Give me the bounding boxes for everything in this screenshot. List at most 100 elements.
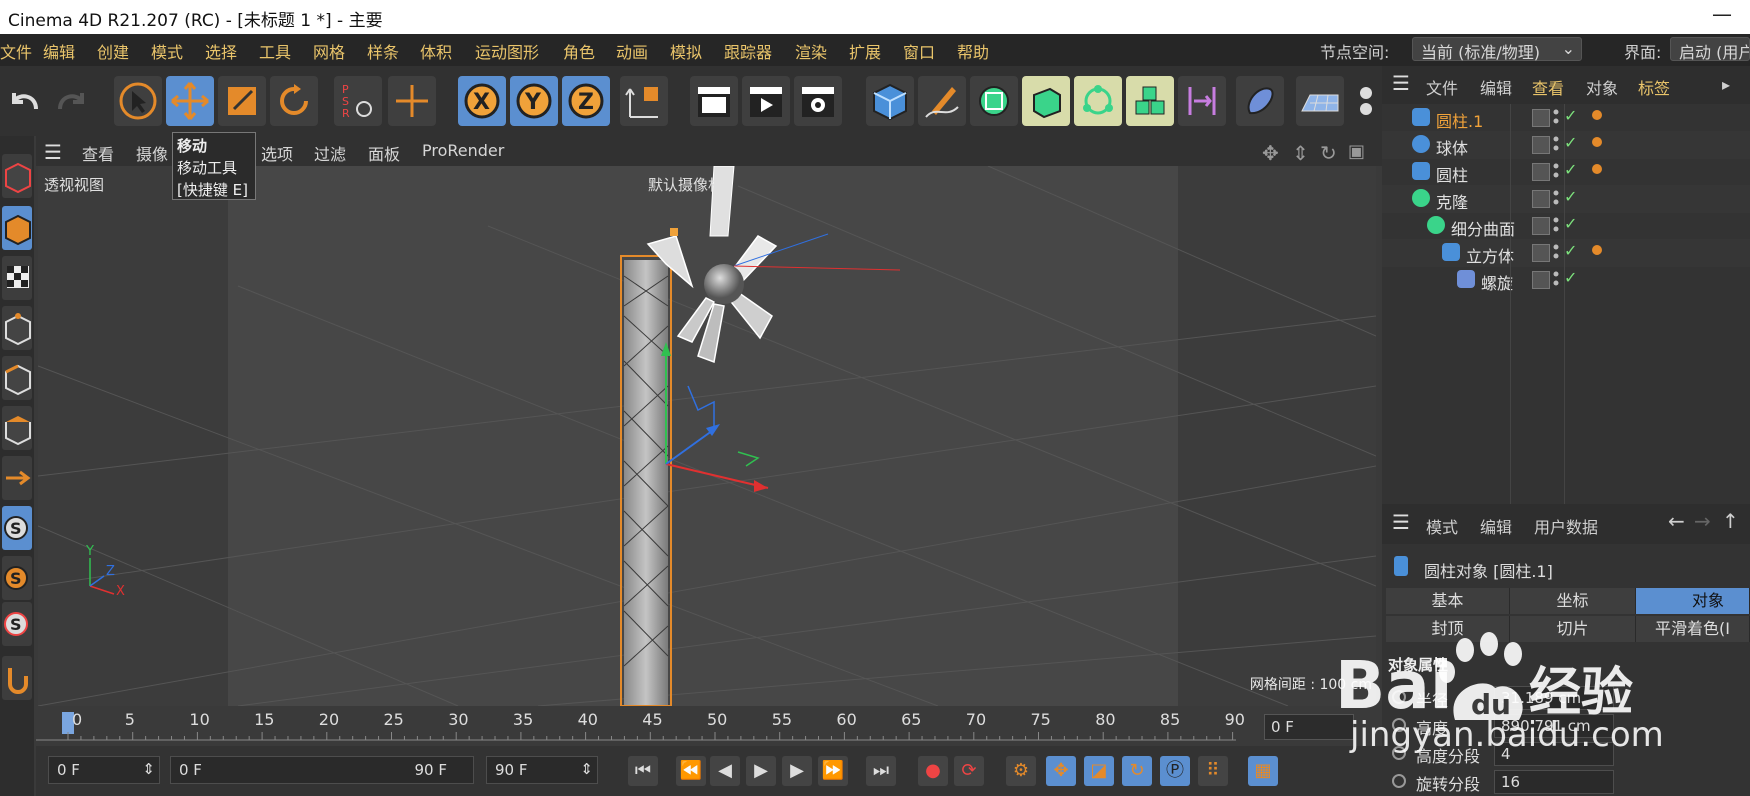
menu-render[interactable]: 渲染: [795, 39, 827, 63]
next-key-button[interactable]: ⏩: [818, 756, 848, 786]
menu-character[interactable]: 角色: [563, 39, 595, 63]
extrude-generator-button[interactable]: [1022, 76, 1070, 126]
menu-tracker[interactable]: 跟踪器: [724, 39, 772, 63]
visibility-dots-icon[interactable]: [1552, 162, 1560, 180]
menu-mode[interactable]: 模式: [151, 39, 183, 63]
workplane-button[interactable]: S: [2, 556, 32, 600]
menu-edit[interactable]: 编辑: [43, 39, 75, 63]
perspective-viewport[interactable]: 透视视图 默认摄像机 Y Z X 网格间距 : 100 cm: [38, 166, 1376, 706]
object-row[interactable]: 球体 ✓: [1382, 131, 1750, 159]
axis-mode-button[interactable]: [2, 456, 32, 500]
undo-button[interactable]: [2, 76, 50, 126]
menu-mesh[interactable]: 网格: [313, 39, 345, 63]
viewport-menu-filter[interactable]: 过滤: [314, 141, 346, 165]
render-picture-viewer-button[interactable]: [742, 76, 790, 126]
floor-button[interactable]: [1296, 76, 1344, 126]
object-row[interactable]: 螺旋 ✓: [1382, 266, 1750, 294]
field-button[interactable]: [1236, 76, 1284, 126]
viewport-menu-panel[interactable]: 面板: [368, 141, 400, 165]
render-settings-button[interactable]: [794, 76, 842, 126]
object-row[interactable]: 圆柱.1 ✓: [1382, 104, 1750, 132]
next-frame-button[interactable]: ▶: [782, 756, 812, 786]
om-menu-objects[interactable]: 对象: [1586, 75, 1618, 99]
object-name[interactable]: 螺旋: [1481, 270, 1513, 294]
preview-range-slider[interactable]: 0 F 90 F: [170, 756, 474, 784]
keyframe-selection-button[interactable]: ⚙: [1006, 756, 1036, 786]
z-axis-lock-button[interactable]: Z: [562, 76, 610, 126]
up-arrow-icon[interactable]: ↑: [1722, 509, 1739, 533]
layer-checkbox[interactable]: [1532, 136, 1550, 154]
model-mode-button[interactable]: [2, 206, 32, 250]
rotate-tool-button[interactable]: [270, 76, 318, 126]
mograph-blocks-button[interactable]: [1126, 76, 1174, 126]
object-name[interactable]: 克隆: [1436, 189, 1468, 213]
am-menu-edit[interactable]: 编辑: [1480, 514, 1512, 538]
object-name[interactable]: 立方体: [1466, 243, 1514, 267]
menu-tools[interactable]: 工具: [259, 39, 291, 63]
back-arrow-icon[interactable]: ←: [1668, 509, 1685, 533]
viewport-menu-prorender[interactable]: ProRender: [422, 141, 504, 160]
om-menu-edit[interactable]: 编辑: [1480, 75, 1512, 99]
menu-select[interactable]: 选择: [205, 39, 237, 63]
panel-menu-icon[interactable]: ☰: [1392, 71, 1410, 95]
timeline-window-button[interactable]: ▦: [1248, 756, 1278, 786]
enabled-check-icon[interactable]: ✓: [1564, 268, 1577, 287]
cube-primitive-button[interactable]: [866, 76, 914, 126]
polygon-mode-button[interactable]: [2, 406, 32, 450]
visibility-dots-icon[interactable]: [1552, 135, 1560, 153]
layer-checkbox[interactable]: [1532, 244, 1550, 262]
cloner-button[interactable]: [1074, 76, 1122, 126]
om-menu-file[interactable]: 文件: [1426, 75, 1458, 99]
property-value-field[interactable]: 16: [1494, 770, 1614, 794]
tab-coordinates[interactable]: 坐标: [1510, 588, 1636, 614]
key-parameter-button[interactable]: Ⓟ: [1160, 756, 1190, 786]
pen-tool-button[interactable]: [918, 76, 966, 126]
key-position-button[interactable]: ✥: [1046, 756, 1076, 786]
key-rotation-button[interactable]: ↻: [1122, 756, 1152, 786]
minimize-button[interactable]: —: [1712, 2, 1732, 26]
menu-file[interactable]: 文件: [0, 39, 32, 63]
scale-tool-button[interactable]: [218, 76, 266, 126]
key-scale-button[interactable]: ◪: [1084, 756, 1114, 786]
viewport-menu-view[interactable]: 查看: [82, 141, 114, 165]
object-name[interactable]: 球体: [1436, 135, 1468, 159]
layer-checkbox[interactable]: [1532, 217, 1550, 235]
menu-window[interactable]: 窗口: [903, 39, 935, 63]
end-frame-field[interactable]: 90 F ⇕: [486, 756, 598, 784]
viewport-rotate-icon[interactable]: ↻: [1320, 141, 1337, 165]
solo-button[interactable]: S: [2, 602, 32, 646]
material-tag-icon[interactable]: [1592, 137, 1602, 147]
om-menu-view[interactable]: 查看: [1532, 75, 1564, 99]
node-space-dropdown[interactable]: 当前 (标准/物理) ⌄: [1412, 37, 1582, 62]
camera-label[interactable]: 默认摄像机: [648, 174, 723, 195]
menu-mograph[interactable]: 运动图形: [475, 39, 539, 63]
forward-arrow-icon[interactable]: →: [1694, 509, 1711, 533]
viewport-maximize-icon[interactable]: ▣: [1348, 141, 1365, 162]
enabled-check-icon[interactable]: ✓: [1564, 214, 1577, 233]
enabled-check-icon[interactable]: ✓: [1564, 241, 1577, 260]
move-axis-button[interactable]: [388, 76, 436, 126]
go-to-end-button[interactable]: ⏭: [866, 756, 896, 786]
enabled-check-icon[interactable]: ✓: [1564, 187, 1577, 206]
layer-checkbox[interactable]: [1532, 190, 1550, 208]
play-button[interactable]: ▶: [746, 756, 776, 786]
autokey-button[interactable]: ⟳: [954, 756, 984, 786]
visibility-dots-icon[interactable]: [1552, 189, 1560, 207]
menu-create[interactable]: 创建: [97, 39, 129, 63]
menu-spline[interactable]: 样条: [367, 39, 399, 63]
tab-object[interactable]: 对象: [1636, 588, 1750, 614]
object-name[interactable]: 细分曲面: [1451, 216, 1515, 240]
enabled-check-icon[interactable]: ✓: [1564, 106, 1577, 125]
am-menu-userdata[interactable]: 用户数据: [1534, 514, 1598, 538]
object-row[interactable]: 细分曲面 ✓: [1382, 212, 1750, 240]
redo-button[interactable]: [46, 76, 94, 126]
snap-button[interactable]: S: [2, 506, 32, 550]
go-to-start-button[interactable]: ⏮: [628, 756, 658, 786]
visibility-dots-icon[interactable]: [1552, 108, 1560, 126]
tab-basic[interactable]: 基本: [1386, 588, 1510, 614]
edge-mode-button[interactable]: [2, 356, 32, 400]
material-tag-icon[interactable]: [1592, 245, 1602, 255]
x-axis-lock-button[interactable]: X: [458, 76, 506, 126]
previous-key-button[interactable]: ⏪: [676, 756, 706, 786]
record-keys-button[interactable]: ●: [918, 756, 948, 786]
